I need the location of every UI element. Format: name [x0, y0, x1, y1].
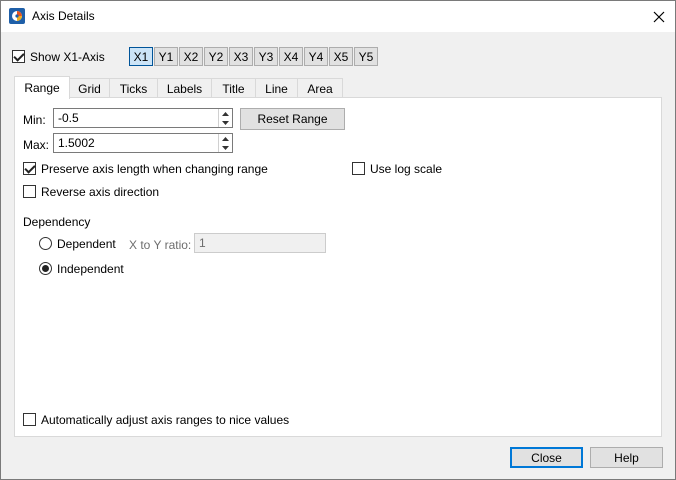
reverse-direction-checkbox[interactable]	[23, 185, 36, 198]
help-button[interactable]: Help	[590, 447, 663, 468]
spin-up-icon[interactable]	[219, 134, 232, 143]
tab-ticks[interactable]: Ticks	[109, 78, 158, 98]
min-label: Min:	[23, 113, 46, 127]
preserve-length-label: Preserve axis length when changing range	[41, 162, 268, 176]
independent-label: Independent	[57, 262, 124, 276]
show-axis-checkbox[interactable]	[12, 50, 25, 63]
dependent-label: Dependent	[57, 237, 116, 251]
dependency-heading: Dependency	[23, 215, 91, 229]
max-label: Max:	[23, 138, 50, 152]
auto-adjust-checkbox[interactable]	[23, 413, 36, 426]
log-scale-checkbox[interactable]	[352, 162, 365, 175]
window-close-button[interactable]	[643, 1, 675, 32]
tab-range[interactable]: Range	[14, 76, 70, 99]
log-scale-label: Use log scale	[370, 162, 443, 176]
ratio-input[interactable]: 1	[194, 233, 326, 253]
dependent-radio[interactable]	[39, 237, 52, 250]
window-title: Axis Details	[32, 9, 95, 23]
axis-button-y4[interactable]: Y4	[304, 47, 328, 66]
spin-down-icon[interactable]	[219, 118, 232, 127]
auto-adjust-label: Automatically adjust axis ranges to nice…	[41, 413, 290, 427]
max-value: 1.5002	[58, 136, 95, 150]
tab-area[interactable]: Area	[297, 78, 343, 98]
axis-button-y1[interactable]: Y1	[154, 47, 178, 66]
min-spinner[interactable]	[218, 109, 232, 127]
spin-down-icon[interactable]	[219, 143, 232, 152]
preserve-length-checkbox[interactable]	[23, 162, 36, 175]
axis-button-x5[interactable]: X5	[329, 47, 353, 66]
close-icon	[653, 11, 665, 22]
axis-button-x3[interactable]: X3	[229, 47, 253, 66]
min-input[interactable]: -0.5	[53, 108, 233, 128]
ratio-label: X to Y ratio:	[129, 238, 192, 252]
ratio-value: 1	[199, 236, 206, 250]
axis-button-x1[interactable]: X1	[129, 47, 153, 66]
max-spinner[interactable]	[218, 134, 232, 152]
title-bar: Axis Details	[1, 1, 675, 32]
axis-button-y5[interactable]: Y5	[354, 47, 378, 66]
tab-grid[interactable]: Grid	[69, 78, 110, 98]
axis-button-y2[interactable]: Y2	[204, 47, 228, 66]
show-axis-label: Show X1-Axis	[30, 50, 105, 64]
close-button[interactable]: Close	[510, 447, 583, 468]
tab-title[interactable]: Title	[211, 78, 256, 98]
reverse-direction-label: Reverse axis direction	[41, 185, 160, 199]
axis-button-x4[interactable]: X4	[279, 47, 303, 66]
max-input[interactable]: 1.5002	[53, 133, 233, 153]
axis-button-x2[interactable]: X2	[179, 47, 203, 66]
axis-button-y3[interactable]: Y3	[254, 47, 278, 66]
tecplot-app-icon	[9, 8, 25, 24]
tab-line[interactable]: Line	[255, 78, 298, 98]
axis-details-dialog: Axis Details Show X1-Axis X1 Y1 X2 Y2 X3…	[0, 0, 676, 480]
spin-up-icon[interactable]	[219, 109, 232, 118]
min-value: -0.5	[58, 111, 79, 125]
reset-range-button[interactable]: Reset Range	[240, 108, 345, 130]
independent-radio[interactable]	[39, 262, 52, 275]
range-tab-panel: Min: -0.5 Reset Range Max: 1.5002 Preser…	[14, 97, 662, 437]
tab-labels[interactable]: Labels	[157, 78, 212, 98]
